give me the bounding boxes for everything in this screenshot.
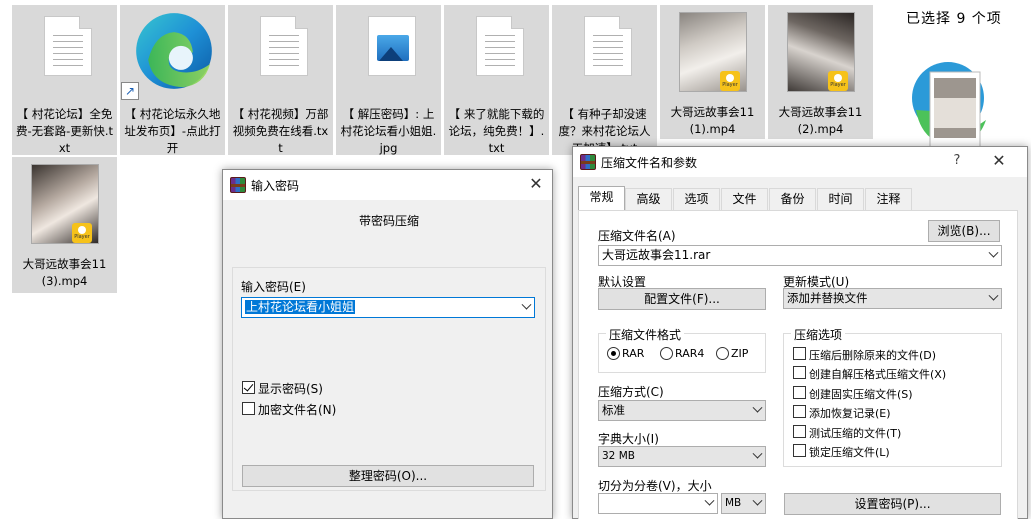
dialog-subtitle: 带密码压缩 xyxy=(359,214,420,228)
file-item[interactable]: Player 大哥远故事会11(3).mp4 xyxy=(12,157,117,293)
text-file-icon xyxy=(44,16,92,76)
dialog-title: 输入密码 xyxy=(251,179,300,193)
tab-time[interactable]: 时间 xyxy=(817,188,864,210)
file-item[interactable]: 【 村花视频】万部视频免费在线看.txt xyxy=(228,5,333,155)
chevron-down-icon[interactable] xyxy=(988,247,999,258)
recovery-record-checkbox[interactable] xyxy=(793,405,806,418)
show-password-label: 显示密码(S) xyxy=(258,382,323,396)
split-label: 切分为分卷(V)，大小 xyxy=(598,479,712,493)
edge-icon xyxy=(136,13,212,89)
chevron-down-icon xyxy=(752,448,763,459)
tab-backup[interactable]: 备份 xyxy=(769,188,816,210)
file-item[interactable]: 【 有种子却没速度？来村花论坛人工加速】.txt xyxy=(552,5,657,155)
chevron-down-icon xyxy=(752,402,763,413)
player-badge-icon: Player xyxy=(828,71,848,91)
file-name: 大哥远故事会11(3).mp4 xyxy=(22,257,107,288)
file-name: 【 解压密码】: 上村花论坛看小姐姐.jpg xyxy=(340,107,437,155)
method-label: 压缩方式(C) xyxy=(598,385,664,399)
file-item[interactable]: Player 大哥远故事会11(1).mp4 xyxy=(660,5,765,139)
file-item[interactable]: Player 大哥远故事会11(2).mp4 xyxy=(768,5,873,139)
video-thumbnail: Player xyxy=(679,12,747,92)
tab-comment[interactable]: 注释 xyxy=(865,188,912,210)
password-label: 输入密码(E) xyxy=(241,280,306,294)
text-file-icon xyxy=(584,16,632,76)
video-thumbnail: Player xyxy=(31,164,99,244)
title-bar: 压缩文件名和参数 ? ✕ xyxy=(573,147,1027,177)
image-file-icon xyxy=(368,16,416,76)
title-bar: 输入密码 ✕ xyxy=(223,170,552,200)
close-icon[interactable]: ✕ xyxy=(987,151,1011,171)
password-input[interactable]: 上村花论坛看小姐姐 xyxy=(241,297,535,318)
tab-files[interactable]: 文件 xyxy=(721,188,768,210)
update-mode-select[interactable]: 添加并替换文件 xyxy=(783,288,1002,309)
profiles-button[interactable]: 配置文件(F)... xyxy=(598,288,766,310)
test-files-checkbox[interactable] xyxy=(793,425,806,438)
option-label: 测试压缩的文件(T) xyxy=(809,427,902,440)
format-rar-label: RAR xyxy=(622,347,645,360)
sfx-checkbox[interactable] xyxy=(793,366,806,379)
set-password-button[interactable]: 设置密码(P)... xyxy=(784,493,1001,515)
text-file-icon xyxy=(260,16,308,76)
split-unit-select[interactable]: MB xyxy=(721,493,766,514)
player-badge-icon: Player xyxy=(720,71,740,91)
file-name: 【 村花论坛永久地址发布页】-点此打开 xyxy=(124,107,221,155)
format-rar-radio[interactable] xyxy=(607,347,620,360)
solid-checkbox[interactable] xyxy=(793,386,806,399)
shortcut-arrow-icon: ↗ xyxy=(121,82,139,100)
stacked-files-preview-icon xyxy=(912,62,986,153)
file-name: 大哥远故事会11(1).mp4 xyxy=(670,105,755,136)
option-label: 创建固实压缩文件(S) xyxy=(809,388,913,401)
chevron-down-icon xyxy=(752,495,763,506)
player-badge-icon: Player xyxy=(72,223,92,243)
chevron-down-icon xyxy=(988,290,999,301)
organize-passwords-button[interactable]: 整理密码(O)... xyxy=(242,465,534,487)
lock-archive-checkbox[interactable] xyxy=(793,444,806,457)
dialog-title: 压缩文件名和参数 xyxy=(601,156,698,170)
archive-name-label: 压缩文件名(A) xyxy=(598,229,676,243)
chevron-down-icon xyxy=(704,495,715,506)
format-zip-label: ZIP xyxy=(731,347,749,360)
file-item[interactable]: ↗ 【 村花论坛永久地址发布页】-点此打开 xyxy=(120,5,225,155)
close-icon[interactable]: ✕ xyxy=(524,174,548,194)
selection-count: 已选择 9 个项 xyxy=(906,11,1002,27)
file-item[interactable]: 【 村花论坛】全免费-无套路-更新快.txt xyxy=(12,5,117,155)
file-name: 大哥远故事会11(2).mp4 xyxy=(778,105,863,136)
password-dialog: 输入密码 ✕ 带密码压缩 输入密码(E) 上村花论坛看小姐姐 显示密码(S) 加… xyxy=(222,169,553,519)
encrypt-names-checkbox[interactable] xyxy=(242,402,255,415)
format-rar4-radio[interactable] xyxy=(660,347,673,360)
show-password-checkbox[interactable] xyxy=(242,381,255,394)
format-zip-radio[interactable] xyxy=(716,347,729,360)
tab-general[interactable]: 常规 xyxy=(578,186,625,211)
tab-advanced[interactable]: 高级 xyxy=(625,188,672,210)
file-item[interactable]: 【 来了就能下载的论坛，纯免费！】.txt xyxy=(444,5,549,155)
chevron-down-icon[interactable] xyxy=(521,299,532,310)
option-label: 添加恢复记录(E) xyxy=(809,407,891,420)
video-thumbnail: Player xyxy=(787,12,855,92)
winrar-icon xyxy=(580,154,596,170)
file-name: 【 村花论坛】全免费-无套路-更新快.txt xyxy=(16,107,113,155)
dict-size-select[interactable]: 32 MB xyxy=(598,446,766,467)
archive-name-input[interactable]: 大哥远故事会11.rar xyxy=(598,245,1002,266)
help-icon[interactable]: ? xyxy=(947,153,967,168)
encrypt-names-label: 加密文件名(N) xyxy=(258,403,337,417)
method-select[interactable]: 标准 xyxy=(598,400,766,421)
option-label: 锁定压缩文件(L) xyxy=(809,446,890,459)
file-name: 【 村花视频】万部视频免费在线看.txt xyxy=(232,107,329,155)
browse-button[interactable]: 浏览(B)... xyxy=(928,220,1000,242)
option-label: 创建自解压格式压缩文件(X) xyxy=(809,368,947,381)
delete-after-checkbox[interactable] xyxy=(793,347,806,360)
split-size-input[interactable] xyxy=(598,493,718,514)
winrar-icon xyxy=(230,177,246,193)
format-rar4-label: RAR4 xyxy=(675,347,705,360)
file-name: 【 来了就能下载的论坛，纯免费！】.txt xyxy=(448,107,545,155)
tab-options[interactable]: 选项 xyxy=(673,188,720,210)
text-file-icon xyxy=(476,16,524,76)
dict-size-label: 字典大小(I) xyxy=(598,432,659,446)
file-item[interactable]: 【 解压密码】: 上村花论坛看小姐姐.jpg xyxy=(336,5,441,155)
option-label: 压缩后删除原来的文件(D) xyxy=(809,349,937,362)
